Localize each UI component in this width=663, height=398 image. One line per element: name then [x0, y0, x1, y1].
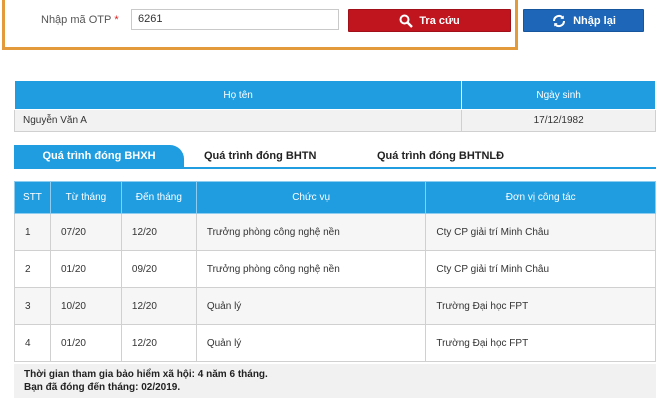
tab-bhtnld[interactable]: Quá trình đóng BHTNLĐ: [377, 145, 504, 167]
cell-to: 12/20: [120, 324, 197, 362]
cell-workplace: Cty CP giải trí Minh Châu: [425, 213, 656, 251]
col-position: Chức vụ: [195, 181, 427, 214]
cell-stt: 2: [14, 250, 51, 288]
contribution-history-table: STT Từ tháng Đến tháng Chức vụ Đơn vị cô…: [14, 181, 656, 362]
required-mark: *: [114, 14, 119, 26]
header-dob: Ngày sinh: [461, 80, 656, 110]
cell-position: Trưởng phòng công nghệ nền: [195, 213, 427, 251]
table-row: 2 01/20 09/20 Trưởng phòng công nghệ nền…: [14, 250, 656, 288]
person-name: Nguyễn Văn A: [13, 109, 463, 132]
col-workplace: Đơn vị công tác: [425, 181, 656, 214]
table-row: 4 01/20 12/20 Quản lý Trường Đại học FPT: [14, 324, 656, 362]
col-from-month: Từ tháng: [49, 181, 122, 214]
cell-from: 01/20: [49, 324, 122, 362]
search-button[interactable]: Tra cứu: [348, 9, 511, 32]
cell-stt: 4: [14, 324, 51, 362]
table-row: 3 10/20 12/20 Quản lý Trường Đại học FPT: [14, 287, 656, 325]
cell-from: 10/20: [49, 287, 122, 325]
header-name: Họ tên: [13, 80, 463, 110]
summary-box: Thời gian tham gia bảo hiểm xã hội: 4 nă…: [14, 364, 656, 398]
table-row: 1 07/20 12/20 Trưởng phòng công nghệ nền…: [14, 213, 656, 251]
tab-bhtn[interactable]: Quá trình đóng BHTN: [204, 145, 316, 167]
person-dob: 17/12/1982: [461, 109, 656, 132]
otp-input[interactable]: 6261: [131, 9, 339, 30]
summary-paid-until: Bạn đã đóng đến tháng: 02/2019.: [24, 382, 181, 393]
reset-button-label: Nhập lại: [573, 14, 616, 27]
tab-bar: Quá trình đóng BHXH Quá trình đóng BHTN …: [14, 145, 656, 169]
col-to-month: Đến tháng: [120, 181, 197, 214]
cell-from: 01/20: [49, 250, 122, 288]
reset-button[interactable]: Nhập lại: [523, 9, 644, 32]
refresh-icon: [551, 13, 567, 29]
otp-label-text: Nhập mã OTP: [41, 14, 112, 26]
cell-to: 09/20: [120, 250, 197, 288]
cell-to: 12/20: [120, 287, 197, 325]
personal-info-table: Họ tên Ngày sinh Nguyễn Văn A 17/12/1982: [13, 80, 656, 132]
cell-position: Quản lý: [195, 324, 427, 362]
col-stt: STT: [14, 181, 51, 214]
cell-from: 07/20: [49, 213, 122, 251]
cell-position: Quản lý: [195, 287, 427, 325]
tab-bhxh[interactable]: Quá trình đóng BHXH: [14, 145, 184, 167]
otp-label: Nhập mã OTP *: [41, 14, 119, 26]
cell-to: 12/20: [120, 213, 197, 251]
cell-workplace: Trường Đại học FPT: [425, 287, 656, 325]
cell-workplace: Cty CP giải trí Minh Châu: [425, 250, 656, 288]
cell-stt: 1: [14, 213, 51, 251]
cell-position: Trưởng phòng công nghệ nền: [195, 250, 427, 288]
summary-duration: Thời gian tham gia bảo hiểm xã hội: 4 nă…: [24, 369, 268, 380]
search-icon: [399, 14, 414, 28]
search-button-label: Tra cứu: [419, 14, 460, 27]
cell-workplace: Trường Đại học FPT: [425, 324, 656, 362]
cell-stt: 3: [14, 287, 51, 325]
